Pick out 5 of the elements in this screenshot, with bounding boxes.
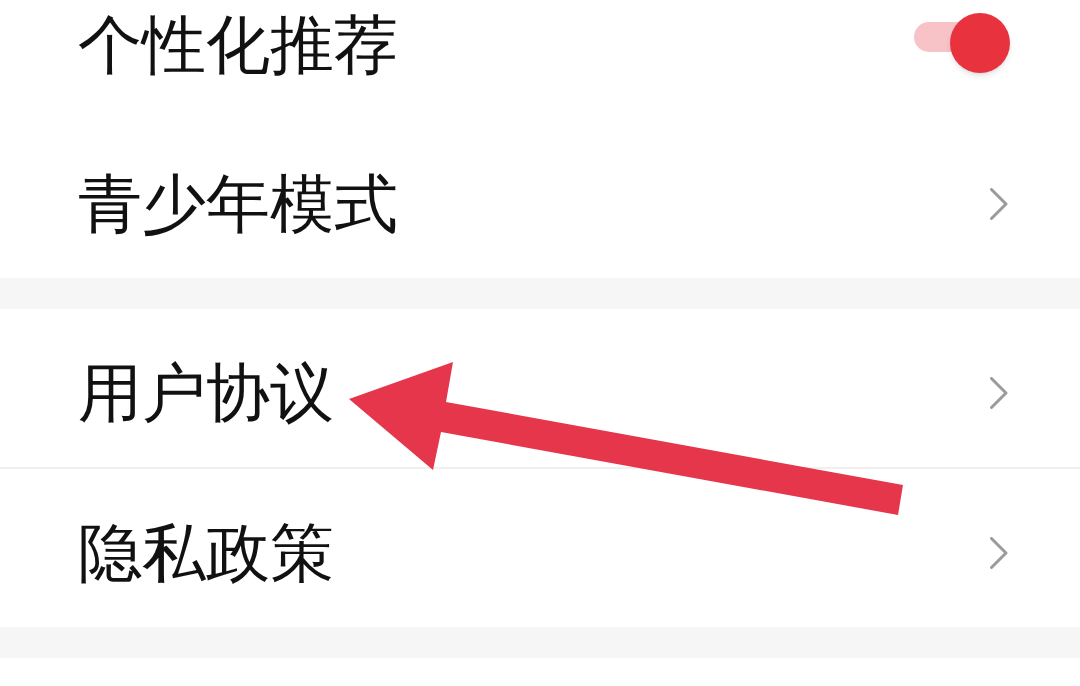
chevron-right-icon [990, 188, 1008, 220]
toggle-switch[interactable] [914, 13, 1010, 73]
setting-label: 个性化推荐 [78, 13, 398, 77]
chevron-right-icon [990, 377, 1008, 409]
chevron-right-icon [990, 537, 1008, 569]
